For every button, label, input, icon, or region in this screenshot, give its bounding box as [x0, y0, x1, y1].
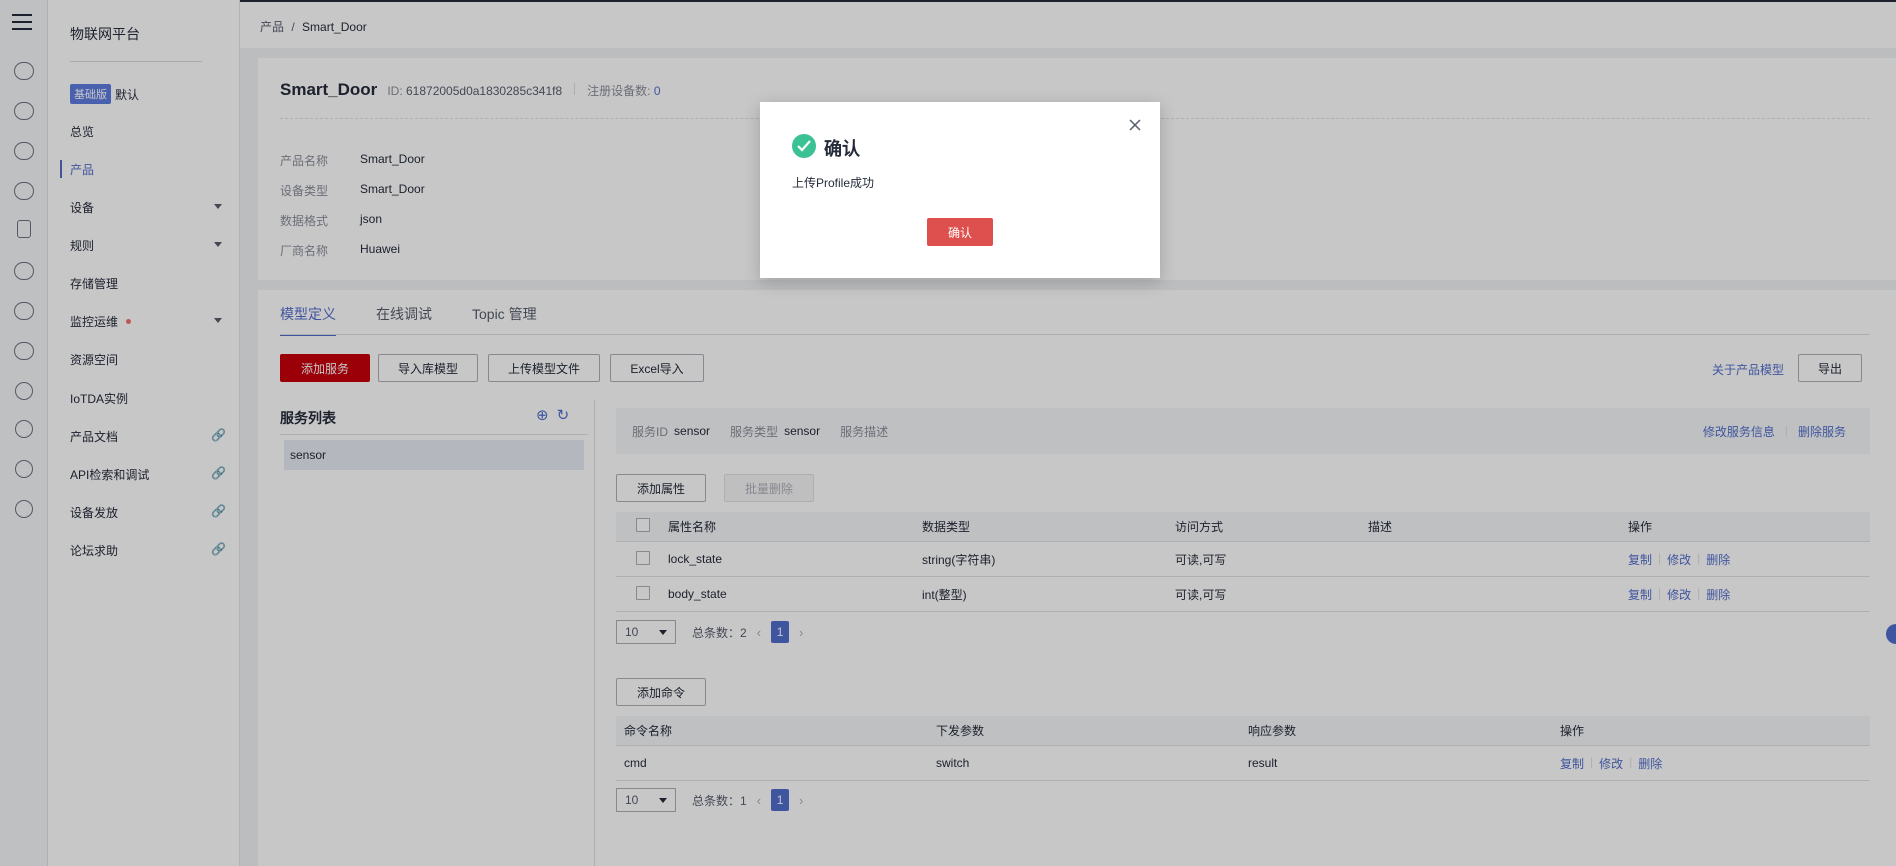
confirm-button[interactable]: 确认 [927, 218, 993, 246]
dialog-message: 上传Profile成功 [792, 176, 875, 190]
success-check-icon [792, 134, 816, 158]
dialog-title: 确认 [824, 139, 860, 159]
close-icon[interactable] [1128, 118, 1142, 132]
confirm-dialog: 确认 上传Profile成功 确认 [760, 102, 1160, 278]
